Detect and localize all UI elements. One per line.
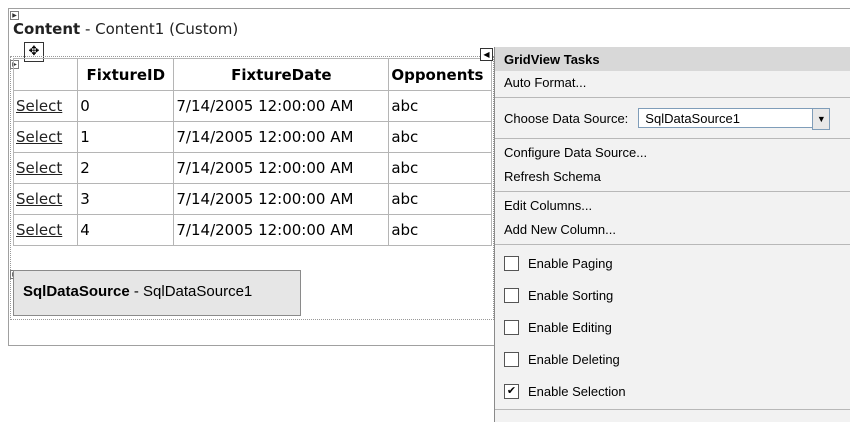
fixturedate-cell: 7/14/2005 12:00:00 AM	[173, 90, 390, 122]
select-link[interactable]: Select	[12, 214, 79, 246]
separator	[495, 409, 850, 410]
fixtureid-cell: 0	[77, 90, 175, 122]
enable-deleting-checkbox[interactable]	[504, 351, 519, 367]
grid-header-fixturedate: FixtureDate	[173, 58, 390, 91]
enable-sorting-checkbox[interactable]	[504, 287, 519, 303]
data-source-value: SqlDataSource1	[645, 111, 740, 126]
table-row: Select 4 7/14/2005 12:00:00 AM abc	[12, 214, 492, 246]
separator	[495, 97, 850, 98]
tasks-header: GridView Tasks	[495, 47, 850, 71]
fixtureid-cell: 2	[77, 152, 175, 184]
gridview-clip: FixtureID FixtureDate Opponents Select 0…	[0, 0, 492, 280]
auto-format-link[interactable]: Auto Format...	[495, 71, 850, 95]
gridview-header-row: FixtureID FixtureDate Opponents	[12, 58, 492, 91]
refresh-schema-link[interactable]: Refresh Schema	[495, 165, 850, 189]
enable-editing-option[interactable]: Enable Editing	[495, 311, 850, 343]
sqldatasource-control[interactable]: SqlDataSource - SqlDataSource1	[13, 270, 301, 316]
opponents-cell: abc	[388, 121, 492, 153]
select-link[interactable]: Select	[12, 90, 79, 122]
enable-sorting-option[interactable]: Enable Sorting	[495, 279, 850, 311]
opponents-cell: abc	[388, 183, 492, 215]
opponents-cell: abc	[388, 90, 492, 122]
table-row: Select 3 7/14/2005 12:00:00 AM abc	[12, 183, 492, 215]
fixtureid-cell: 4	[77, 214, 175, 246]
select-link[interactable]: Select	[12, 152, 79, 184]
select-link[interactable]: Select	[12, 183, 79, 215]
table-row: Select 0 7/14/2005 12:00:00 AM abc	[12, 90, 492, 122]
enable-editing-checkbox[interactable]	[504, 319, 519, 335]
grid-header-select	[12, 58, 79, 91]
opponents-cell: abc	[388, 214, 492, 246]
fixtureid-cell: 1	[77, 121, 175, 153]
smart-tag-toggle-icon[interactable]: ◀	[480, 48, 493, 61]
configure-data-source-link[interactable]: Configure Data Source...	[495, 141, 850, 165]
grid-header-opponents: Opponents	[388, 58, 492, 91]
enable-sorting-label: Enable Sorting	[528, 287, 614, 303]
sqldatasource-label: SqlDataSource - SqlDataSource1	[23, 283, 253, 300]
separator	[495, 138, 850, 139]
fixturedate-cell: 7/14/2005 12:00:00 AM	[173, 183, 390, 215]
enable-selection-label: Enable Selection	[528, 383, 626, 399]
enable-paging-checkbox[interactable]	[504, 255, 519, 271]
fixturedate-cell: 7/14/2005 12:00:00 AM	[173, 214, 390, 246]
separator	[495, 191, 850, 192]
edit-columns-link[interactable]: Edit Columns...	[495, 194, 850, 218]
select-link[interactable]: Select	[12, 121, 79, 153]
enable-paging-option[interactable]: Enable Paging	[495, 247, 850, 279]
data-source-dropdown[interactable]: SqlDataSource1 ▼	[638, 108, 831, 130]
choose-data-source-label: Choose Data Source:	[504, 110, 629, 126]
table-row: Select 2 7/14/2005 12:00:00 AM abc	[12, 152, 492, 184]
gridview[interactable]: FixtureID FixtureDate Opponents Select 0…	[12, 58, 492, 246]
enable-deleting-label: Enable Deleting	[528, 351, 620, 367]
choose-data-source-row: Choose Data Source: SqlDataSource1 ▼	[495, 100, 850, 136]
separator	[495, 244, 850, 245]
enable-editing-label: Enable Editing	[528, 319, 612, 335]
add-new-column-link[interactable]: Add New Column...	[495, 218, 850, 242]
table-row: Select 1 7/14/2005 12:00:00 AM abc	[12, 121, 492, 153]
grid-header-fixtureid: FixtureID	[77, 58, 175, 91]
opponents-cell: abc	[388, 152, 492, 184]
fixturedate-cell: 7/14/2005 12:00:00 AM	[173, 121, 390, 153]
fixtureid-cell: 3	[77, 183, 175, 215]
enable-selection-option[interactable]: ✔ Enable Selection	[495, 375, 850, 407]
enable-paging-label: Enable Paging	[528, 255, 613, 271]
fixturedate-cell: 7/14/2005 12:00:00 AM	[173, 152, 390, 184]
enable-selection-checkbox[interactable]: ✔	[504, 383, 519, 399]
enable-deleting-option[interactable]: Enable Deleting	[495, 343, 850, 375]
chevron-down-icon[interactable]: ▼	[812, 108, 831, 130]
gridview-tasks-panel: GridView Tasks Auto Format... Choose Dat…	[494, 47, 850, 422]
